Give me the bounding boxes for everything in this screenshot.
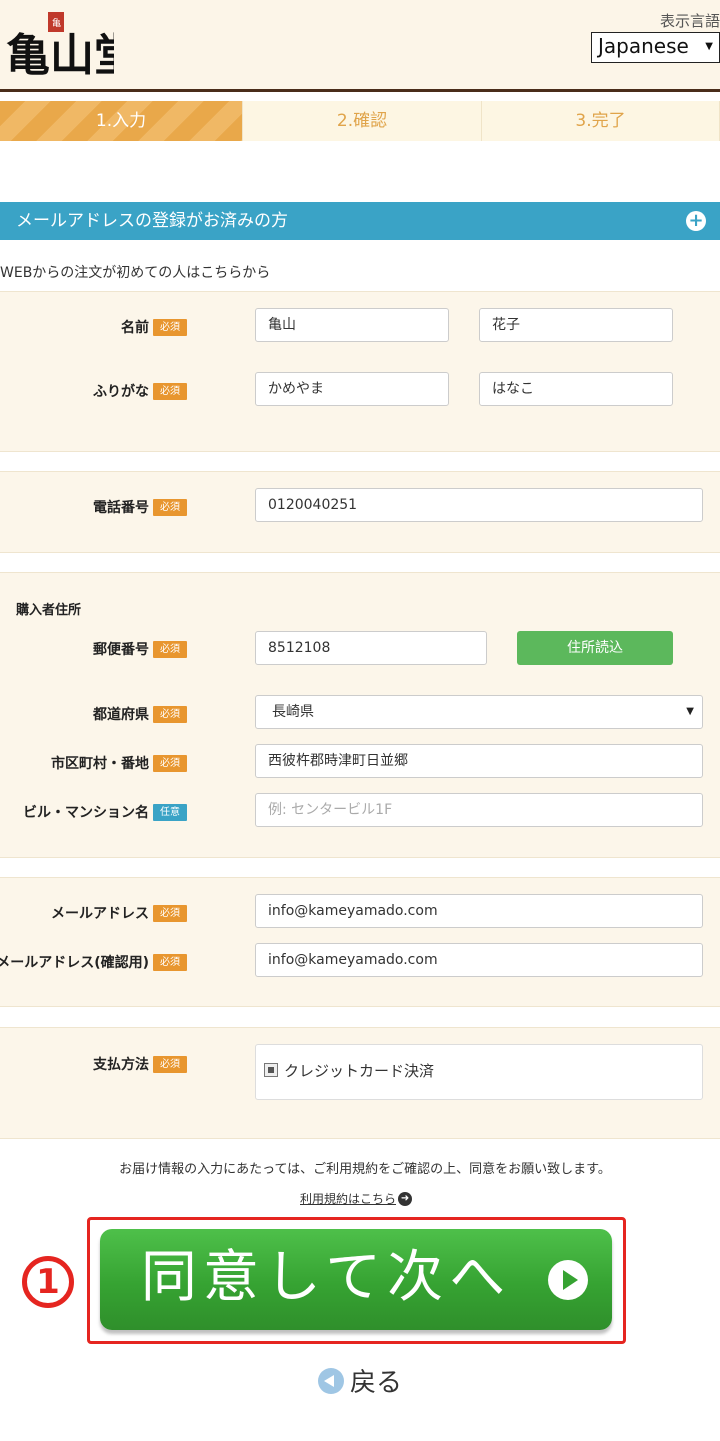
step-input: 1.入力 [0, 101, 243, 141]
kana-label: ふりがな 必須 [93, 381, 187, 401]
required-badge: 必須 [153, 953, 187, 971]
agreement-text: お届け情報の入力にあたっては、ご利用規約をご確認の上、同意をお願い致します。 [119, 1162, 611, 1177]
email-confirm-label: メールアドレス(確認用) 必須 [0, 952, 187, 972]
building-input[interactable]: 例: センタービル1F [255, 793, 703, 827]
optional-badge: 任意 [153, 803, 187, 821]
language-select[interactable]: Japanese ▼ [591, 32, 720, 63]
city-label: 市区町村・番地 必須 [51, 753, 187, 773]
name-section: 名前 必須 亀山 花子 ふりがな 必須 かめやま はなこ [0, 291, 720, 452]
prefecture-select[interactable]: 長崎県 ▼ [255, 695, 703, 729]
first-order-note: WEBからの注文が初めての人はこちらから [0, 265, 271, 281]
required-badge: 必須 [153, 705, 187, 723]
phone-input[interactable]: 0120040251 [255, 488, 703, 522]
annotation-number: 1 [22, 1256, 74, 1308]
building-label: ビル・マンション名 任意 [23, 802, 187, 822]
terms-link[interactable]: 利用規約はこちら ➜ [300, 1190, 413, 1207]
zip-label: 郵便番号 必須 [93, 639, 187, 659]
email-confirm-input[interactable]: info@kameyamado.com [255, 943, 703, 977]
registered-member-label: メールアドレスの登録がお済みの方 [16, 211, 288, 231]
payment-options: クレジットカード決済 [255, 1044, 703, 1100]
svg-text:亀: 亀 [52, 17, 61, 29]
plus-icon[interactable]: + [686, 211, 706, 231]
agree-next-button[interactable]: 同意して次へ [100, 1229, 612, 1330]
payment-label: 支払方法 必須 [93, 1054, 187, 1074]
required-badge: 必須 [153, 498, 187, 516]
zip-input[interactable]: 8512108 [255, 631, 487, 665]
address-title: 購入者住所 [16, 603, 82, 618]
dropdown-arrow-icon: ▼ [705, 41, 713, 52]
dropdown-arrow-icon: ▼ [686, 706, 694, 717]
email-section: メールアドレス 必須 info@kameyamado.com メールアドレス(確… [0, 877, 720, 1007]
prefecture-label: 都道府県 必須 [93, 704, 187, 724]
back-arrow-icon [318, 1367, 344, 1394]
back-label: 戻る [350, 1368, 403, 1398]
address-section: 購入者住所 郵便番号 必須 8512108 住所読込 都道府県 必須 長崎県 ▼… [0, 572, 720, 858]
kameyamado-logo[interactable]: 亀 亀山堂 [4, 12, 114, 78]
site-header: 亀 亀山堂 表示言語 Japanese ▼ [0, 0, 720, 92]
last-kana-input[interactable]: かめやま [255, 372, 449, 406]
last-name-input[interactable]: 亀山 [255, 308, 449, 342]
arrow-right-circle-icon: ➜ [398, 1191, 413, 1206]
checkout-steps: 1.入力 2.確認 3.完了 [0, 101, 720, 141]
payment-section: 支払方法 必須 クレジットカード決済 [0, 1027, 720, 1139]
name-label: 名前 必須 [121, 317, 187, 337]
required-badge: 必須 [153, 904, 187, 922]
address-lookup-button[interactable]: 住所読込 [517, 631, 673, 665]
agree-next-label: 同意して次へ [140, 1245, 512, 1310]
radio-checked-icon[interactable] [264, 1063, 278, 1077]
play-icon [548, 1260, 588, 1300]
required-badge: 必須 [153, 754, 187, 772]
email-input[interactable]: info@kameyamado.com [255, 894, 703, 928]
language-selected: Japanese [598, 34, 689, 58]
email-label: メールアドレス 必須 [51, 903, 187, 923]
payment-option-credit-card[interactable]: クレジットカード決済 [284, 1060, 434, 1081]
required-badge: 必須 [153, 382, 187, 400]
step-confirm: 2.確認 [243, 101, 482, 141]
required-badge: 必須 [153, 1055, 187, 1073]
required-badge: 必須 [153, 318, 187, 336]
registered-member-toggle[interactable]: メールアドレスの登録がお済みの方 + [0, 202, 720, 240]
city-input[interactable]: 西彼杵郡時津町日並郷 [255, 744, 703, 778]
phone-label: 電話番号 必須 [93, 497, 187, 517]
phone-section: 電話番号 必須 0120040251 [0, 471, 720, 553]
prefecture-value: 長崎県 [272, 704, 314, 720]
back-link[interactable]: 戻る [318, 1362, 402, 1399]
required-badge: 必須 [153, 640, 187, 658]
svg-text:亀山堂: 亀山堂 [6, 30, 114, 78]
step-complete: 3.完了 [482, 101, 720, 141]
first-kana-input[interactable]: はなこ [479, 372, 673, 406]
first-name-input[interactable]: 花子 [479, 308, 673, 342]
language-label: 表示言語 [659, 12, 720, 30]
